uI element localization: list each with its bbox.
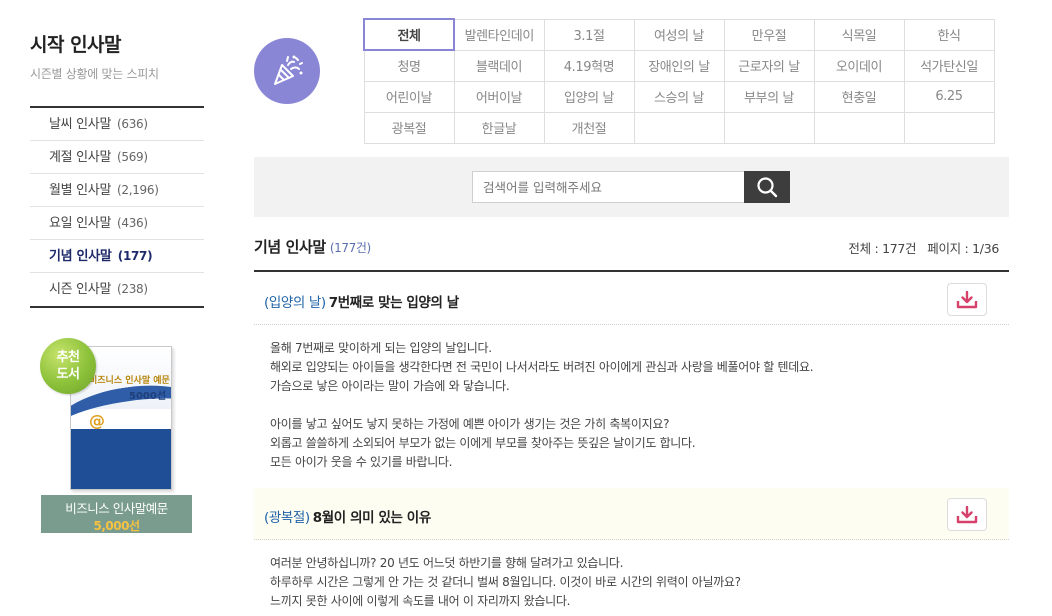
category-row: 광복절 한글날 개천절 (363, 111, 995, 144)
category-cell[interactable]: 3.1절 (543, 18, 635, 51)
sidebar-item-count: (177) (117, 249, 153, 263)
category-cell[interactable]: 스승의 날 (633, 80, 725, 113)
category-row: 어린이날 어버이날 입양의 날 스승의 날 부부의 날 현충일 6.25 (363, 80, 995, 113)
category-cell[interactable]: 식목일 (813, 18, 905, 51)
category-cell[interactable]: 장애인의 날 (633, 49, 725, 82)
recommended-book-banner[interactable]: 비즈니스 인사말 예문 5000선 @ 추천 도서 비즈니스 인사말예문 5,0… (40, 338, 192, 533)
list-header: 기념 인사말 (177건) 전체 : 177건 페이지 : 1/36 (254, 236, 1009, 272)
article-title: 7번째로 맞는 입양의 날 (328, 295, 459, 311)
category-empty-cell (813, 111, 905, 144)
sidebar-item-label: 계절 인사말 (49, 150, 112, 165)
sidebar: 시작 인사말 시즌별 상황에 맞는 스피치 날씨 인사말 (636) 계절 인사말… (30, 30, 204, 308)
category-row: 청명 블랙데이 4.19혁명 장애인의 날 근로자의 날 오이데이 석가탄신일 (363, 49, 995, 82)
category-cell[interactable]: 근로자의 날 (723, 49, 815, 82)
article-header[interactable]: (입양의 날) 7번째로 맞는 입양의 날 (254, 273, 1009, 325)
sidebar-item[interactable]: 시즌 인사말 (238) (30, 273, 204, 306)
sidebar-title: 시작 인사말 (30, 34, 122, 56)
sidebar-item-label: 요일 인사말 (49, 216, 112, 231)
download-icon (956, 505, 978, 523)
category-cell[interactable]: 블랙데이 (453, 49, 545, 82)
article-item: (입양의 날) 7번째로 맞는 입양의 날 올해 7번째로 맞이하게 되는 입양의… (254, 273, 1009, 472)
category-cell[interactable]: 현충일 (813, 80, 905, 113)
category-cell[interactable]: 여성의 날 (633, 18, 725, 51)
category-cell[interactable]: 한식 (903, 18, 995, 51)
category-cell[interactable]: 어버이날 (453, 80, 545, 113)
article-body: 올해 7번째로 맞이하게 되는 입양의 날입니다. 해외로 입양되는 아이들을 … (270, 341, 814, 469)
sidebar-item-count: (436) (116, 216, 148, 230)
article-title: 8월이 의미 있는 이유 (312, 510, 431, 526)
category-cell[interactable]: 청명 (363, 49, 455, 82)
sidebar-item-label: 기념 인사말 (49, 249, 112, 264)
search-icon (757, 177, 778, 198)
category-cell[interactable]: 전체 (363, 18, 455, 51)
category-cell[interactable]: 만우절 (723, 18, 815, 51)
category-cell[interactable]: 4.19혁명 (543, 49, 635, 82)
sidebar-subtitle: 시즌별 상황에 맞는 스피치 (30, 67, 159, 81)
sidebar-item-count: (569) (116, 150, 148, 164)
page-indicator: 페이지 : 1/36 (927, 241, 999, 256)
category-cell[interactable]: 한글날 (453, 111, 545, 144)
recommend-badge: 추천 도서 (40, 338, 96, 394)
sidebar-item-count: (2,196) (116, 183, 159, 197)
category-empty-cell (633, 111, 725, 144)
sidebar-item-label: 월별 인사말 (49, 183, 112, 198)
party-popper-icon (254, 38, 320, 104)
article-tag: (광복절) (264, 510, 310, 526)
search-input[interactable] (472, 171, 745, 203)
sidebar-item-count: (238) (116, 282, 148, 296)
search-button[interactable] (744, 171, 790, 203)
category-cell[interactable]: 개천절 (543, 111, 635, 144)
category-cell[interactable]: 어린이날 (363, 80, 455, 113)
sidebar-item[interactable]: 날씨 인사말 (636) (30, 108, 204, 141)
category-cell[interactable]: 입양의 날 (543, 80, 635, 113)
article-header[interactable]: (광복절) 8월이 의미 있는 이유 (254, 488, 1009, 540)
category-cell[interactable]: 부부의 날 (723, 80, 815, 113)
category-cell[interactable]: 6.25 (903, 80, 995, 113)
category-cell[interactable]: 발렌타인데이 (453, 18, 545, 51)
list-info: 전체 : 177건 페이지 : 1/36 (848, 238, 999, 257)
list-title: 기념 인사말 (177건) (254, 238, 371, 256)
sidebar-item-label: 날씨 인사말 (49, 117, 112, 132)
sidebar-item[interactable]: 계절 인사말 (569) (30, 141, 204, 174)
category-grid: 전체 발렌타인데이 3.1절 여성의 날 만우절 식목일 한식 청명 블랙데이 4.19혁명 장애인… (363, 18, 995, 144)
category-empty-cell (903, 111, 995, 144)
sidebar-item[interactable]: 요일 인사말 (436) (30, 207, 204, 240)
category-row: 전체 발렌타인데이 3.1절 여성의 날 만우절 식목일 한식 (363, 18, 995, 51)
article-item: (광복절) 8월이 의미 있는 이유 여러분 안녕하십니까? 20 년도 어느덧 … (254, 488, 1009, 611)
sidebar-item[interactable]: 월별 인사말 (2,196) (30, 174, 204, 207)
category-cell[interactable]: 오이데이 (813, 49, 905, 82)
book-cover-subtitle: 5000선 (129, 391, 167, 402)
at-sign-icon: @ (89, 411, 105, 430)
category-cell[interactable]: 광복절 (363, 111, 455, 144)
book-cover-title: 비즈니스 인사말 예문 (89, 376, 170, 386)
category-empty-cell (723, 111, 815, 144)
book-caption: 비즈니스 인사말예문 5,000선 (41, 495, 192, 533)
sidebar-item-label: 시즌 인사말 (49, 282, 112, 297)
sidebar-item[interactable]: 기념 인사말 (177) (30, 240, 204, 273)
category-cell[interactable]: 석가탄신일 (903, 49, 995, 82)
sidebar-item-count: (636) (116, 117, 148, 131)
download-icon (956, 290, 978, 308)
article-tag: (입양의 날) (264, 295, 326, 311)
sidebar-menu: 날씨 인사말 (636) 계절 인사말 (569) 월별 인사말 (2,196) 요일… (30, 106, 204, 308)
download-button[interactable] (947, 498, 987, 531)
list-count: (177건) (329, 241, 371, 255)
total-count: 전체 : 177건 (848, 241, 917, 256)
article-body: 여러분 안녕하십니까? 20 년도 어느덧 하반기를 향해 달려가고 있습니다.… (270, 556, 741, 608)
download-button[interactable] (947, 283, 987, 316)
search-area (254, 157, 1009, 217)
